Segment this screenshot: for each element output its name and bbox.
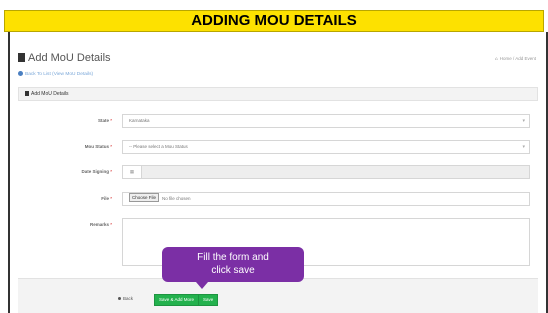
chevron-down-icon: ▾ bbox=[522, 118, 525, 124]
mou-status-select[interactable]: -- Please select a Mou Status ▾ bbox=[122, 140, 530, 154]
mou-status-label: Mou Status * bbox=[84, 144, 112, 149]
breadcrumb: ⌂ Home / Add Event bbox=[494, 56, 536, 61]
page-title-text: Add MoU Details bbox=[28, 52, 111, 64]
panel-heading: Add MoU Details bbox=[18, 87, 538, 101]
form-footer: Back Save & Add More Save bbox=[18, 278, 538, 313]
save-button[interactable]: Save bbox=[198, 294, 219, 306]
back-to-list-text: Back To List (View MoU Details) bbox=[25, 72, 94, 77]
state-select[interactable]: Karnataka ▾ bbox=[122, 114, 530, 128]
panel-heading-text: Add MoU Details bbox=[31, 91, 69, 97]
state-label: State * bbox=[97, 118, 112, 123]
calendar-icon[interactable]: ▦ bbox=[123, 166, 142, 178]
breadcrumb-home[interactable]: Home bbox=[500, 56, 512, 61]
back-to-list-link[interactable]: Back To List (View MoU Details) bbox=[18, 71, 93, 77]
document-icon bbox=[18, 53, 25, 62]
back-icon bbox=[118, 297, 121, 300]
state-select-value: Karnataka bbox=[129, 118, 150, 123]
instruction-callout: Fill the form and click save bbox=[162, 247, 304, 289]
file-label: File * bbox=[101, 196, 112, 201]
page-title: Add MoU Details bbox=[18, 52, 111, 64]
breadcrumb-current: Add Event bbox=[515, 56, 536, 61]
chevron-down-icon: ▾ bbox=[522, 144, 525, 150]
date-signing-label: Date Signing * bbox=[81, 169, 112, 174]
file-input[interactable]: Choose File No file chosen bbox=[122, 192, 530, 206]
callout-line-2: click save bbox=[211, 265, 255, 276]
date-signing-input[interactable]: ▦ bbox=[122, 165, 530, 179]
arrow-left-icon bbox=[18, 71, 23, 76]
save-add-more-button[interactable]: Save & Add More bbox=[154, 294, 200, 306]
title-banner: ADDING MOU DETAILS bbox=[4, 10, 544, 32]
callout-line-1: Fill the form and bbox=[197, 252, 269, 263]
back-button-label: Back bbox=[123, 296, 134, 301]
back-button[interactable]: Back bbox=[118, 294, 133, 304]
callout-pointer bbox=[196, 282, 208, 289]
mou-status-placeholder: -- Please select a Mou Status bbox=[129, 144, 188, 149]
home-icon[interactable]: ⌂ bbox=[495, 56, 498, 61]
document-icon bbox=[25, 91, 29, 96]
choose-file-button[interactable]: Choose File bbox=[129, 193, 160, 202]
file-status: No file chosen bbox=[162, 196, 191, 201]
remarks-label: Remarks * bbox=[89, 222, 112, 227]
